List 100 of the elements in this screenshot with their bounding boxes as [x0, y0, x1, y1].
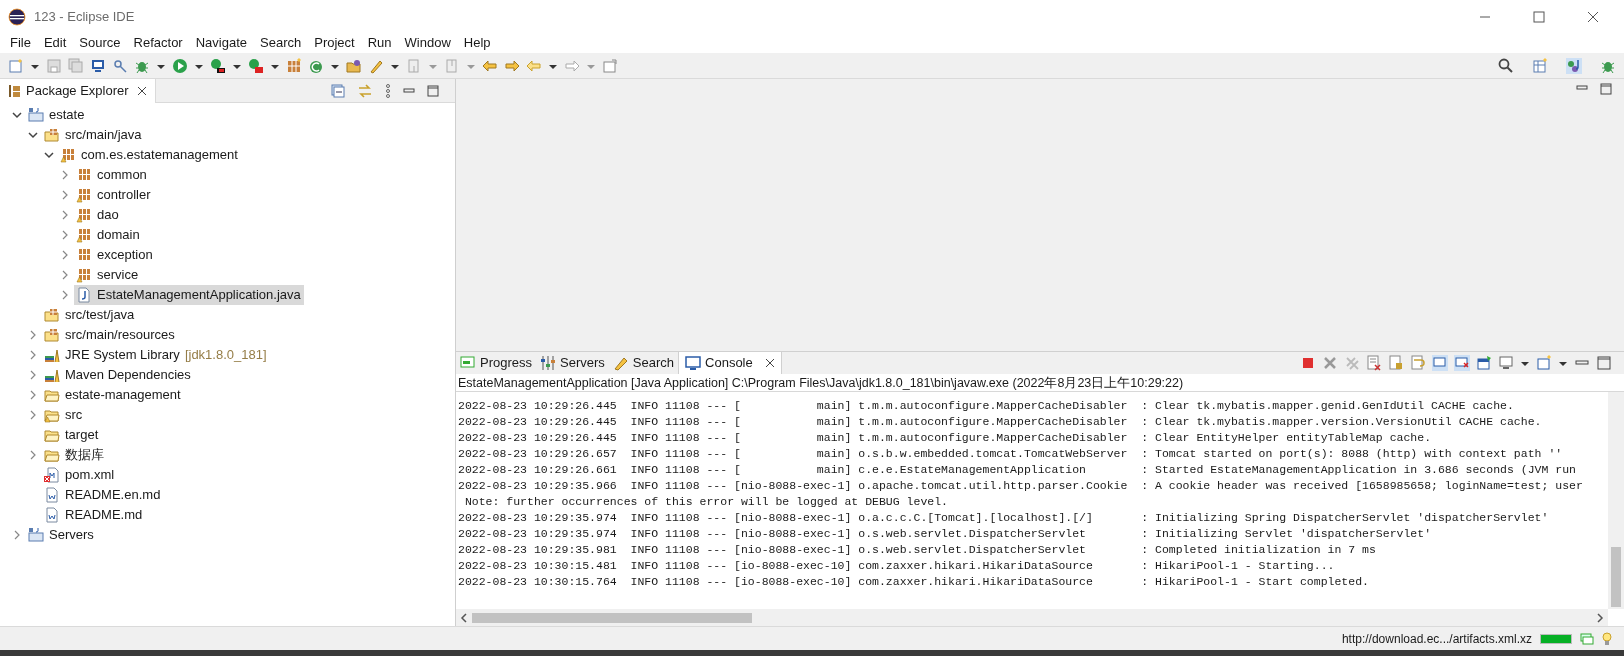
save-icon[interactable] — [46, 57, 62, 74]
java-perspective-icon[interactable] — [1566, 57, 1582, 74]
expand-chevron-icon[interactable] — [28, 410, 38, 420]
new-console-icon[interactable] — [1536, 355, 1552, 371]
collapse-chevron-icon[interactable] — [44, 150, 54, 160]
horizontal-scrollbar[interactable] — [456, 609, 1608, 626]
expand-chevron-icon[interactable] — [60, 250, 70, 260]
tree-item-label: common — [97, 166, 147, 185]
menu-item[interactable]: Search — [260, 33, 302, 53]
menu-item[interactable]: Navigate — [195, 33, 247, 53]
expand-chevron-icon[interactable] — [28, 350, 38, 360]
tree-item[interactable]: Servers — [26, 525, 97, 545]
vertical-scrollbar[interactable] — [1608, 392, 1624, 609]
show-on-error-icon[interactable] — [1454, 355, 1470, 371]
tree-item[interactable]: src/main/java — [42, 125, 145, 145]
open-perspective-icon[interactable] — [1532, 57, 1548, 74]
tree-item-label: src/main/java — [65, 126, 142, 145]
menu-item[interactable]: Run — [367, 33, 392, 53]
tree-item[interactable]: estate-management — [42, 385, 184, 405]
menu-item[interactable]: Window — [404, 33, 451, 53]
clear-console-icon[interactable] — [1366, 355, 1382, 371]
close-icon[interactable] — [1587, 10, 1599, 23]
scroll-left-icon[interactable] — [460, 612, 468, 623]
collapse-all-icon[interactable] — [331, 83, 345, 98]
word-wrap-icon[interactable] — [1410, 355, 1426, 371]
tree-item[interactable]: README.en.md — [42, 485, 164, 505]
view-tab[interactable]: Progress — [456, 352, 537, 374]
tree-item[interactable]: src/test/java — [42, 305, 138, 325]
menu-item[interactable]: Source — [79, 33, 121, 53]
package-explorer-tab[interactable]: Package Explorer — [0, 78, 156, 103]
tree-item[interactable]: JRE System Library [jdk1.8.0_181] — [42, 345, 270, 365]
tree-item[interactable]: README.md — [42, 505, 146, 525]
expand-chevron-icon[interactable] — [60, 190, 70, 200]
tree-item[interactable]: src — [42, 405, 86, 425]
expand-chevron-icon[interactable] — [28, 370, 38, 380]
new-file-icon[interactable] — [8, 57, 24, 74]
scroll-right-icon[interactable] — [1596, 612, 1604, 623]
lightbulb-icon[interactable] — [1602, 631, 1612, 646]
tree-item[interactable]: target — [42, 425, 102, 445]
maximize-view-icon[interactable] — [1600, 83, 1612, 95]
menu-item[interactable]: Refactor — [133, 33, 183, 53]
menu-item[interactable]: Project — [314, 33, 355, 53]
tree-item[interactable]: 数据库 — [42, 445, 107, 465]
minimize-view-icon[interactable] — [1576, 83, 1588, 93]
view-menu-icon[interactable] — [385, 83, 391, 98]
menu-item[interactable]: Help — [463, 33, 491, 53]
maximize-icon[interactable] — [1533, 10, 1545, 23]
progress-view-icon[interactable] — [1580, 632, 1594, 645]
expand-chevron-icon[interactable] — [12, 530, 22, 540]
menu-item[interactable]: File — [10, 33, 31, 53]
tree-item[interactable]: src/main/resources — [42, 325, 178, 345]
open-folder-icon[interactable] — [346, 57, 362, 74]
close-icon[interactable] — [136, 85, 147, 96]
run-server-icon[interactable] — [210, 57, 226, 74]
tree-item[interactable]: controller — [74, 185, 154, 205]
pin-console-icon[interactable] — [1476, 355, 1492, 371]
menu-item[interactable]: Edit — [43, 33, 67, 53]
library-icon — [44, 347, 60, 363]
run-tools-icon[interactable] — [248, 57, 264, 74]
close-icon[interactable] — [764, 358, 775, 368]
package-grid-icon[interactable] — [286, 57, 302, 74]
minimize-view-icon[interactable] — [403, 85, 415, 96]
expand-chevron-icon[interactable] — [60, 210, 70, 220]
tree-item[interactable]: common — [74, 165, 150, 185]
scroll-lock-icon[interactable] — [1388, 355, 1404, 371]
tree-item[interactable]: EstateManagementApplication.java — [74, 285, 304, 305]
monitor-icon[interactable] — [90, 57, 106, 74]
java-file-icon — [76, 287, 92, 303]
collapse-chevron-icon[interactable] — [28, 130, 38, 140]
collapse-chevron-icon[interactable] — [12, 110, 22, 120]
expand-chevron-icon[interactable] — [28, 330, 38, 340]
tree-item[interactable]: estate — [26, 105, 88, 125]
view-tab[interactable]: Console — [678, 352, 782, 374]
expand-chevron-icon[interactable] — [60, 230, 70, 240]
run-icon[interactable] — [172, 57, 188, 74]
expand-chevron-icon[interactable] — [60, 270, 70, 280]
maximize-view-icon[interactable] — [1596, 355, 1612, 371]
show-on-output-icon[interactable] — [1432, 355, 1448, 371]
maximize-view-icon[interactable] — [427, 84, 439, 97]
servers-icon — [540, 355, 557, 371]
console-line: 2022-08-23 10:29:26.661 INFO 11108 --- [ main] c.e.e.EstateManagementApplication : Started EstateManagementApplication in 3.686 seconds (JVM run — [458, 462, 1577, 478]
expand-chevron-icon[interactable] — [60, 290, 70, 300]
pin-editor-icon[interactable] — [602, 57, 618, 74]
link-arrows-icon[interactable] — [357, 83, 373, 98]
remove-launch-icon[interactable] — [1322, 355, 1338, 371]
tree-item[interactable]: pom.xml — [42, 465, 118, 485]
tree-item[interactable]: com.es.estatemanagement — [58, 145, 241, 165]
expand-chevron-icon[interactable] — [28, 390, 38, 400]
tree-item[interactable]: Maven Dependencies — [42, 365, 194, 385]
tree-item[interactable]: service — [74, 265, 142, 285]
view-tab[interactable]: Servers — [536, 352, 609, 374]
tree-item[interactable]: exception — [74, 245, 156, 265]
expand-chevron-icon[interactable] — [28, 450, 38, 460]
terminate-icon[interactable] — [1300, 355, 1316, 371]
display-console-icon[interactable] — [1498, 355, 1514, 371]
tree-item[interactable]: dao — [74, 205, 122, 225]
tree-item-label: dao — [97, 206, 119, 225]
view-tab[interactable]: Search — [608, 352, 679, 374]
expand-chevron-icon[interactable] — [60, 170, 70, 180]
tree-item[interactable]: domain — [74, 225, 143, 245]
